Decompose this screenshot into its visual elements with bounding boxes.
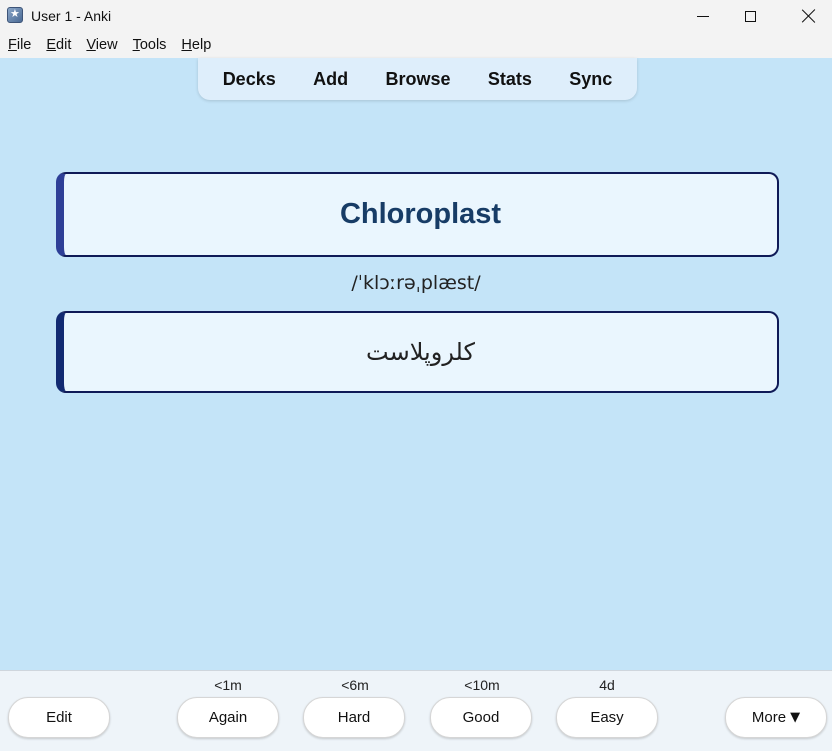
toolbar-stats-link[interactable]: Stats bbox=[488, 69, 532, 90]
caret-down-icon: ▼ bbox=[790, 710, 801, 725]
hard-button[interactable]: Hard bbox=[303, 697, 405, 738]
card-front-text: Chloroplast bbox=[339, 198, 502, 230]
good-interval: <10m bbox=[464, 677, 500, 693]
close-button[interactable] bbox=[786, 0, 832, 32]
card-back-box: کلروپلاست bbox=[56, 311, 779, 393]
edit-button[interactable]: Edit bbox=[8, 697, 110, 738]
hard-interval: <6m bbox=[341, 677, 369, 693]
good-button[interactable]: Good bbox=[430, 697, 532, 738]
again-button[interactable]: Again bbox=[177, 697, 279, 738]
more-button[interactable]: More ▼ bbox=[725, 697, 827, 738]
toolbar-decks-link[interactable]: Decks bbox=[223, 69, 276, 90]
window-title: User 1 - Anki bbox=[31, 8, 112, 24]
title-bar: User 1 - Anki bbox=[0, 0, 832, 32]
anki-app-icon bbox=[7, 7, 23, 23]
close-icon bbox=[802, 9, 816, 23]
minimize-icon bbox=[697, 15, 709, 17]
minimize-button[interactable] bbox=[680, 0, 726, 32]
answer-bar: <1m <6m <10m 4d Edit Again Hard Good Eas… bbox=[0, 670, 832, 751]
card-front-box: Chloroplast bbox=[56, 172, 779, 257]
menu-file[interactable]: File bbox=[0, 37, 38, 53]
menu-help[interactable]: Help bbox=[173, 37, 218, 53]
maximize-icon bbox=[744, 10, 756, 22]
more-button-label: More bbox=[751, 709, 787, 726]
menu-bar: File Edit View Tools Help bbox=[0, 32, 832, 58]
menu-edit[interactable]: Edit bbox=[38, 37, 78, 53]
toolbar-add-link[interactable]: Add bbox=[313, 69, 348, 90]
main-toolbar: Decks Add Browse Stats Sync bbox=[198, 58, 637, 100]
easy-interval: 4d bbox=[599, 677, 615, 693]
menu-view[interactable]: View bbox=[78, 37, 124, 53]
card-back-text: کلروپلاست bbox=[366, 338, 475, 366]
again-interval: <1m bbox=[214, 677, 242, 693]
toolbar-sync-link[interactable]: Sync bbox=[569, 69, 612, 90]
toolbar-browse-link[interactable]: Browse bbox=[385, 69, 450, 90]
menu-tools[interactable]: Tools bbox=[125, 37, 174, 53]
maximize-button[interactable] bbox=[727, 0, 773, 32]
easy-button[interactable]: Easy bbox=[556, 697, 658, 738]
pronunciation-text: /ˈklɔːrəˌplæst/ bbox=[351, 272, 481, 294]
